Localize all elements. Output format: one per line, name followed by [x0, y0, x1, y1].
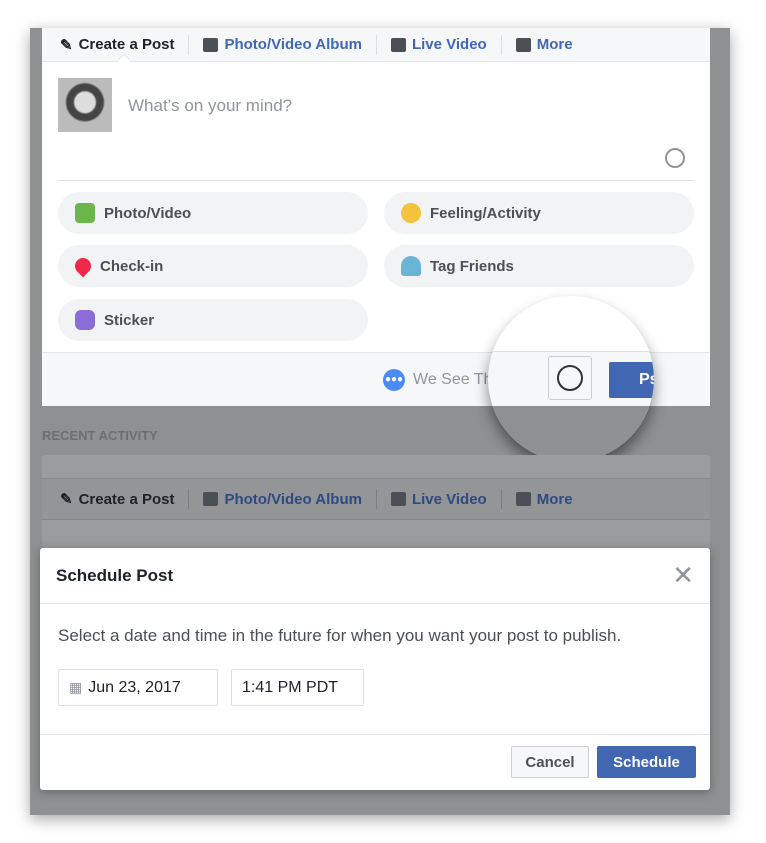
schedule-post-dialog: Schedule Post ✕ Select a date and time in… [40, 548, 710, 790]
more-icon [515, 492, 531, 506]
post-button[interactable]: Pst [609, 362, 654, 398]
more-icon [515, 37, 531, 52]
tab-live-video[interactable]: Live Video [377, 36, 501, 53]
tab-photo-video-album: Photo/Video Album [189, 491, 376, 508]
photo-icon [75, 203, 95, 223]
divider [40, 734, 710, 735]
pencil-icon: ✎ [60, 36, 73, 54]
schedule-button[interactable]: Schedule [597, 746, 696, 778]
sticker-icon [75, 310, 95, 330]
post-input[interactable]: What’s on your mind? [128, 96, 292, 116]
divider [58, 180, 694, 181]
avatar [58, 78, 112, 132]
schedule-clock-button[interactable] [548, 356, 592, 400]
tab-create-post[interactable]: ✎ Create a Post [60, 36, 188, 54]
tag-friends-button[interactable]: Tag Friends [384, 245, 694, 287]
album-icon [203, 37, 219, 52]
check-in-button[interactable]: Check-in [58, 245, 368, 287]
smiley-icon [401, 203, 421, 223]
magnifier-callout: Pst [488, 296, 654, 462]
video-camera-icon [390, 492, 406, 506]
tab-more[interactable]: More [502, 36, 587, 53]
friends-icon: ●●● [383, 369, 405, 391]
calendar-icon: ▦ [69, 679, 83, 695]
tab-more: More [502, 491, 587, 508]
cancel-button[interactable]: Cancel [511, 746, 589, 778]
album-icon [203, 492, 219, 506]
section-heading: RECENT ACTIVITY [42, 428, 158, 443]
sticker-button[interactable]: Sticker [58, 299, 368, 341]
photo-video-button[interactable]: Photo/Video [58, 192, 368, 234]
clock-icon [557, 365, 583, 391]
composer-tabs: ✎ Create a Post Photo/Video Album Live Vi… [42, 28, 710, 62]
location-pin-icon [71, 254, 95, 278]
tag-friends-icon [401, 256, 421, 276]
dialog-description: Select a date and time in the future for… [58, 626, 622, 645]
emoji-icon[interactable]: ☺ [665, 148, 685, 168]
dimmed-composer-tabs: ✎ Create a Post Photo/Video Album Live Vi… [42, 478, 710, 520]
tab-create-post: ✎ Create a Post [60, 490, 175, 509]
tab-live-video: Live Video [377, 491, 501, 508]
date-field[interactable]: ▦ Jun 23, 2017 [58, 669, 218, 706]
pencil-icon: ✎ [60, 491, 73, 508]
close-icon[interactable]: ✕ [672, 560, 694, 591]
time-field[interactable]: 1:41 PM PDT [231, 669, 364, 706]
dialog-title: Schedule Post [56, 565, 174, 585]
feeling-activity-button[interactable]: Feeling/Activity [384, 192, 694, 234]
video-camera-icon [390, 37, 406, 52]
tab-photo-video-album[interactable]: Photo/Video Album [189, 36, 376, 53]
